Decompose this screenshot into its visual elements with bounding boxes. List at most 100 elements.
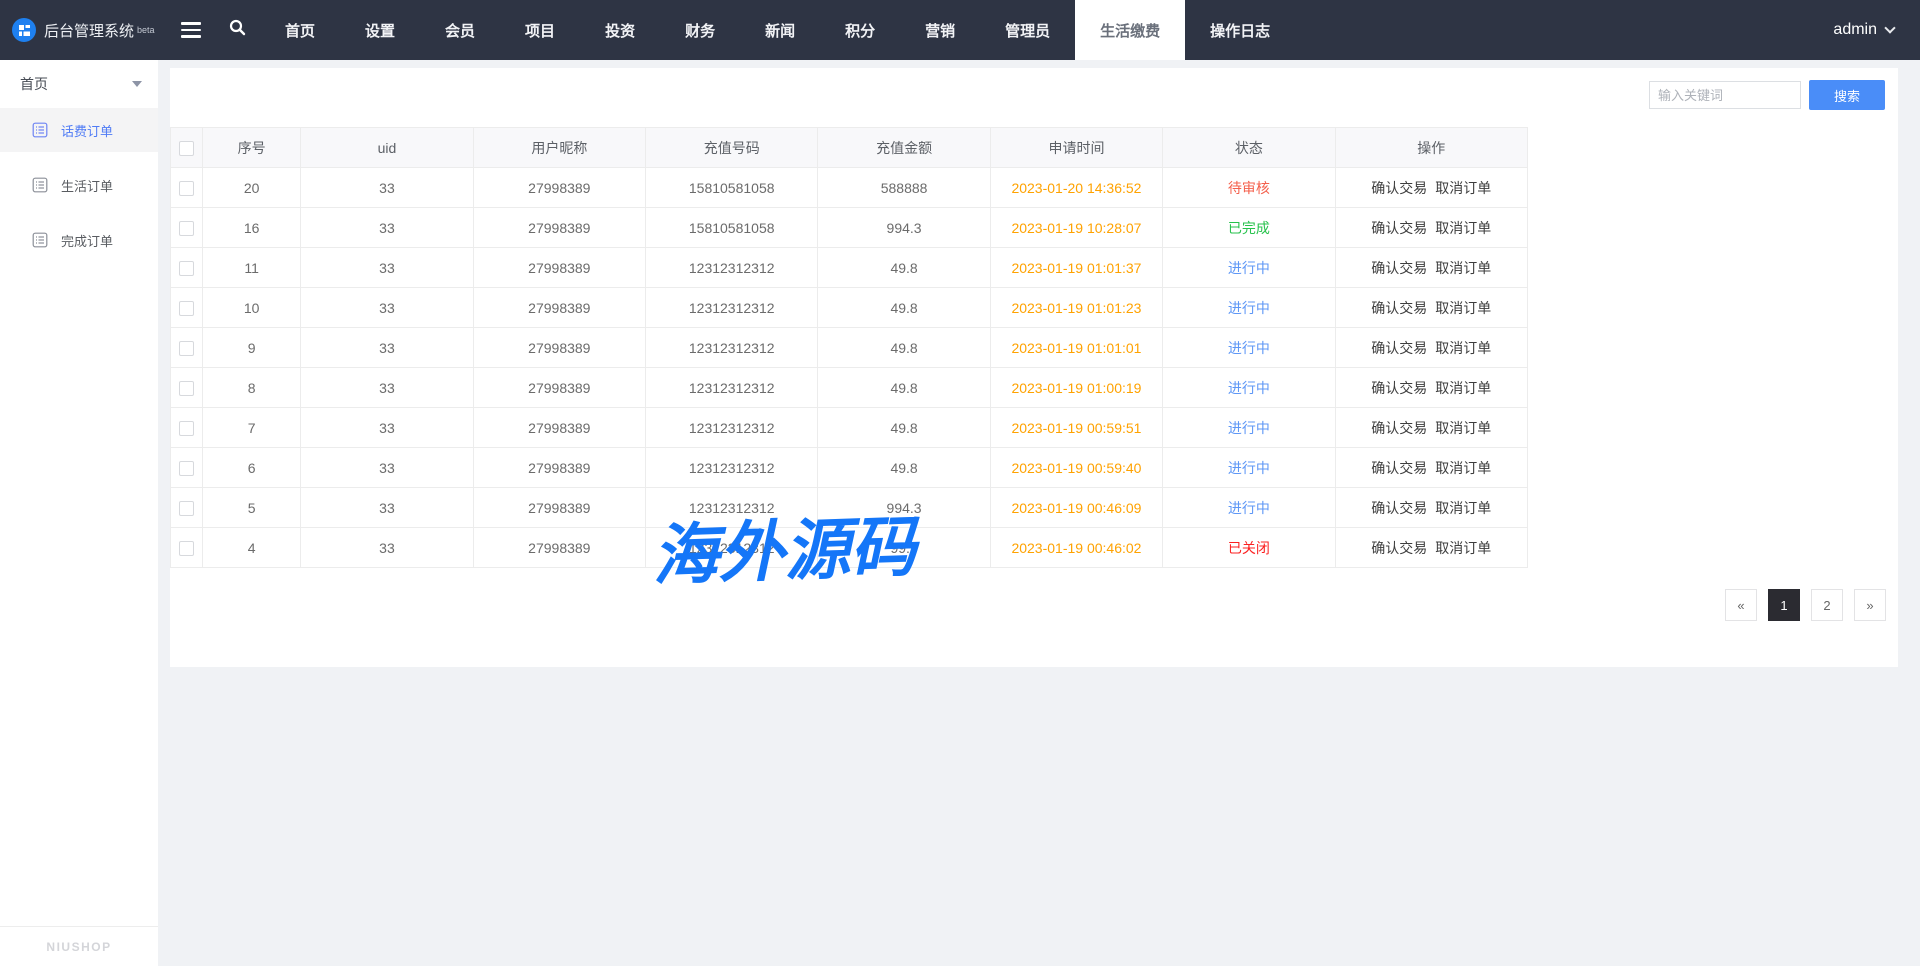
row-checkbox[interactable]: [179, 181, 194, 196]
confirm-trade-link[interactable]: 确认交易: [1371, 260, 1427, 276]
cell-number: 12312312312: [646, 488, 818, 528]
page-next-button[interactable]: »: [1854, 589, 1886, 621]
confirm-trade-link[interactable]: 确认交易: [1371, 420, 1427, 436]
nav-item-9[interactable]: 营销: [900, 0, 980, 60]
column-header: 状态: [1163, 128, 1335, 168]
list-icon: [32, 122, 48, 138]
cell-apply-time: 2023-01-20 14:36:52: [990, 168, 1162, 208]
row-checkbox[interactable]: [179, 221, 194, 236]
cell-nickname: 27998389: [473, 408, 645, 448]
cell-seq: 6: [203, 448, 301, 488]
confirm-trade-link[interactable]: 确认交易: [1371, 300, 1427, 316]
brand-beta-tag: beta: [137, 25, 155, 35]
confirm-trade-link[interactable]: 确认交易: [1371, 460, 1427, 476]
cell-status: 进行中: [1163, 448, 1335, 488]
nav-item-5[interactable]: 投资: [580, 0, 660, 60]
cancel-order-link[interactable]: 取消订单: [1435, 300, 1491, 316]
confirm-trade-link[interactable]: 确认交易: [1371, 380, 1427, 396]
search-submit-button[interactable]: 搜索: [1809, 80, 1885, 110]
nav-item-2[interactable]: 设置: [340, 0, 420, 60]
table-row: 16332799838915810581058994.32023-01-19 1…: [171, 208, 1528, 248]
row-checkbox[interactable]: [179, 381, 194, 396]
cell-seq: 9: [203, 328, 301, 368]
table-row: 433279983891231231231299.52023-01-19 00:…: [171, 528, 1528, 568]
sidebar-item-3[interactable]: 完成订单: [0, 218, 158, 262]
confirm-trade-link[interactable]: 确认交易: [1371, 180, 1427, 196]
row-checkbox-cell: [171, 408, 203, 448]
cell-status: 进行中: [1163, 288, 1335, 328]
hamburger-icon: [181, 22, 201, 38]
sidebar-group-label: 首页: [20, 74, 48, 94]
navbar-search-button[interactable]: [214, 0, 260, 60]
menu-toggle-button[interactable]: [168, 0, 214, 60]
cancel-order-link[interactable]: 取消订单: [1435, 260, 1491, 276]
cell-apply-time: 2023-01-19 00:46:09: [990, 488, 1162, 528]
user-menu[interactable]: admin: [1833, 0, 1894, 60]
cell-status: 待审核: [1163, 168, 1335, 208]
nav-item-10[interactable]: 管理员: [980, 0, 1075, 60]
column-header: 申请时间: [990, 128, 1162, 168]
cell-apply-time: 2023-01-19 01:01:37: [990, 248, 1162, 288]
select-all-checkbox[interactable]: [179, 141, 194, 156]
cell-seq: 4: [203, 528, 301, 568]
confirm-trade-link[interactable]: 确认交易: [1371, 220, 1427, 236]
cell-amount: 49.8: [818, 328, 990, 368]
cancel-order-link[interactable]: 取消订单: [1435, 180, 1491, 196]
nav-item-8[interactable]: 积分: [820, 0, 900, 60]
orders-panel: 搜索 序号uid用户昵称充值号码充值金额申请时间状态操作 20332799838…: [170, 68, 1898, 667]
sidebar-item-2[interactable]: 生活订单: [0, 163, 158, 207]
row-checkbox[interactable]: [179, 501, 194, 516]
cell-seq: 10: [203, 288, 301, 328]
row-checkbox[interactable]: [179, 341, 194, 356]
cell-uid: 33: [301, 248, 473, 288]
row-checkbox-cell: [171, 328, 203, 368]
cancel-order-link[interactable]: 取消订单: [1435, 380, 1491, 396]
chevron-down-icon: [1884, 22, 1895, 33]
cancel-order-link[interactable]: 取消订单: [1435, 340, 1491, 356]
row-checkbox[interactable]: [179, 541, 194, 556]
sidebar-group-home[interactable]: 首页: [0, 60, 158, 108]
cancel-order-link[interactable]: 取消订单: [1435, 460, 1491, 476]
page-button-2[interactable]: 2: [1811, 589, 1843, 621]
cell-amount: 99.5: [818, 528, 990, 568]
cell-seq: 5: [203, 488, 301, 528]
cancel-order-link[interactable]: 取消订单: [1435, 420, 1491, 436]
cell-actions: 确认交易取消订单: [1335, 248, 1527, 288]
page-button-1[interactable]: 1: [1768, 589, 1800, 621]
nav-item-12[interactable]: 操作日志: [1185, 0, 1295, 60]
nav-item-6[interactable]: 财务: [660, 0, 740, 60]
keyword-input[interactable]: [1649, 81, 1801, 109]
cell-uid: 33: [301, 528, 473, 568]
confirm-trade-link[interactable]: 确认交易: [1371, 500, 1427, 516]
cell-number: 12312312312: [646, 448, 818, 488]
cell-actions: 确认交易取消订单: [1335, 368, 1527, 408]
row-checkbox-cell: [171, 448, 203, 488]
confirm-trade-link[interactable]: 确认交易: [1371, 340, 1427, 356]
nav-item-7[interactable]: 新闻: [740, 0, 820, 60]
confirm-trade-link[interactable]: 确认交易: [1371, 540, 1427, 556]
table-row: 633279983891231231231249.82023-01-19 00:…: [171, 448, 1528, 488]
page-prev-button[interactable]: «: [1725, 589, 1757, 621]
cell-status: 进行中: [1163, 368, 1335, 408]
sidebar-item-label: 完成订单: [61, 231, 113, 250]
cell-nickname: 27998389: [473, 488, 645, 528]
cell-amount: 49.8: [818, 248, 990, 288]
row-checkbox[interactable]: [179, 461, 194, 476]
nav-item-3[interactable]: 会员: [420, 0, 500, 60]
cell-uid: 33: [301, 408, 473, 448]
nav-item-1[interactable]: 首页: [260, 0, 340, 60]
cell-nickname: 27998389: [473, 248, 645, 288]
table-row: 833279983891231231231249.82023-01-19 01:…: [171, 368, 1528, 408]
list-icon: [32, 232, 48, 248]
row-checkbox[interactable]: [179, 421, 194, 436]
cancel-order-link[interactable]: 取消订单: [1435, 500, 1491, 516]
row-checkbox[interactable]: [179, 261, 194, 276]
nav-item-4[interactable]: 项目: [500, 0, 580, 60]
cancel-order-link[interactable]: 取消订单: [1435, 540, 1491, 556]
cancel-order-link[interactable]: 取消订单: [1435, 220, 1491, 236]
row-checkbox[interactable]: [179, 301, 194, 316]
nav-item-11[interactable]: 生活缴费: [1075, 0, 1185, 60]
navbar-menu: 首页设置会员项目投资财务新闻积分营销管理员生活缴费操作日志: [260, 0, 1295, 60]
sidebar-item-1[interactable]: 话费订单: [0, 108, 158, 152]
row-checkbox-cell: [171, 168, 203, 208]
